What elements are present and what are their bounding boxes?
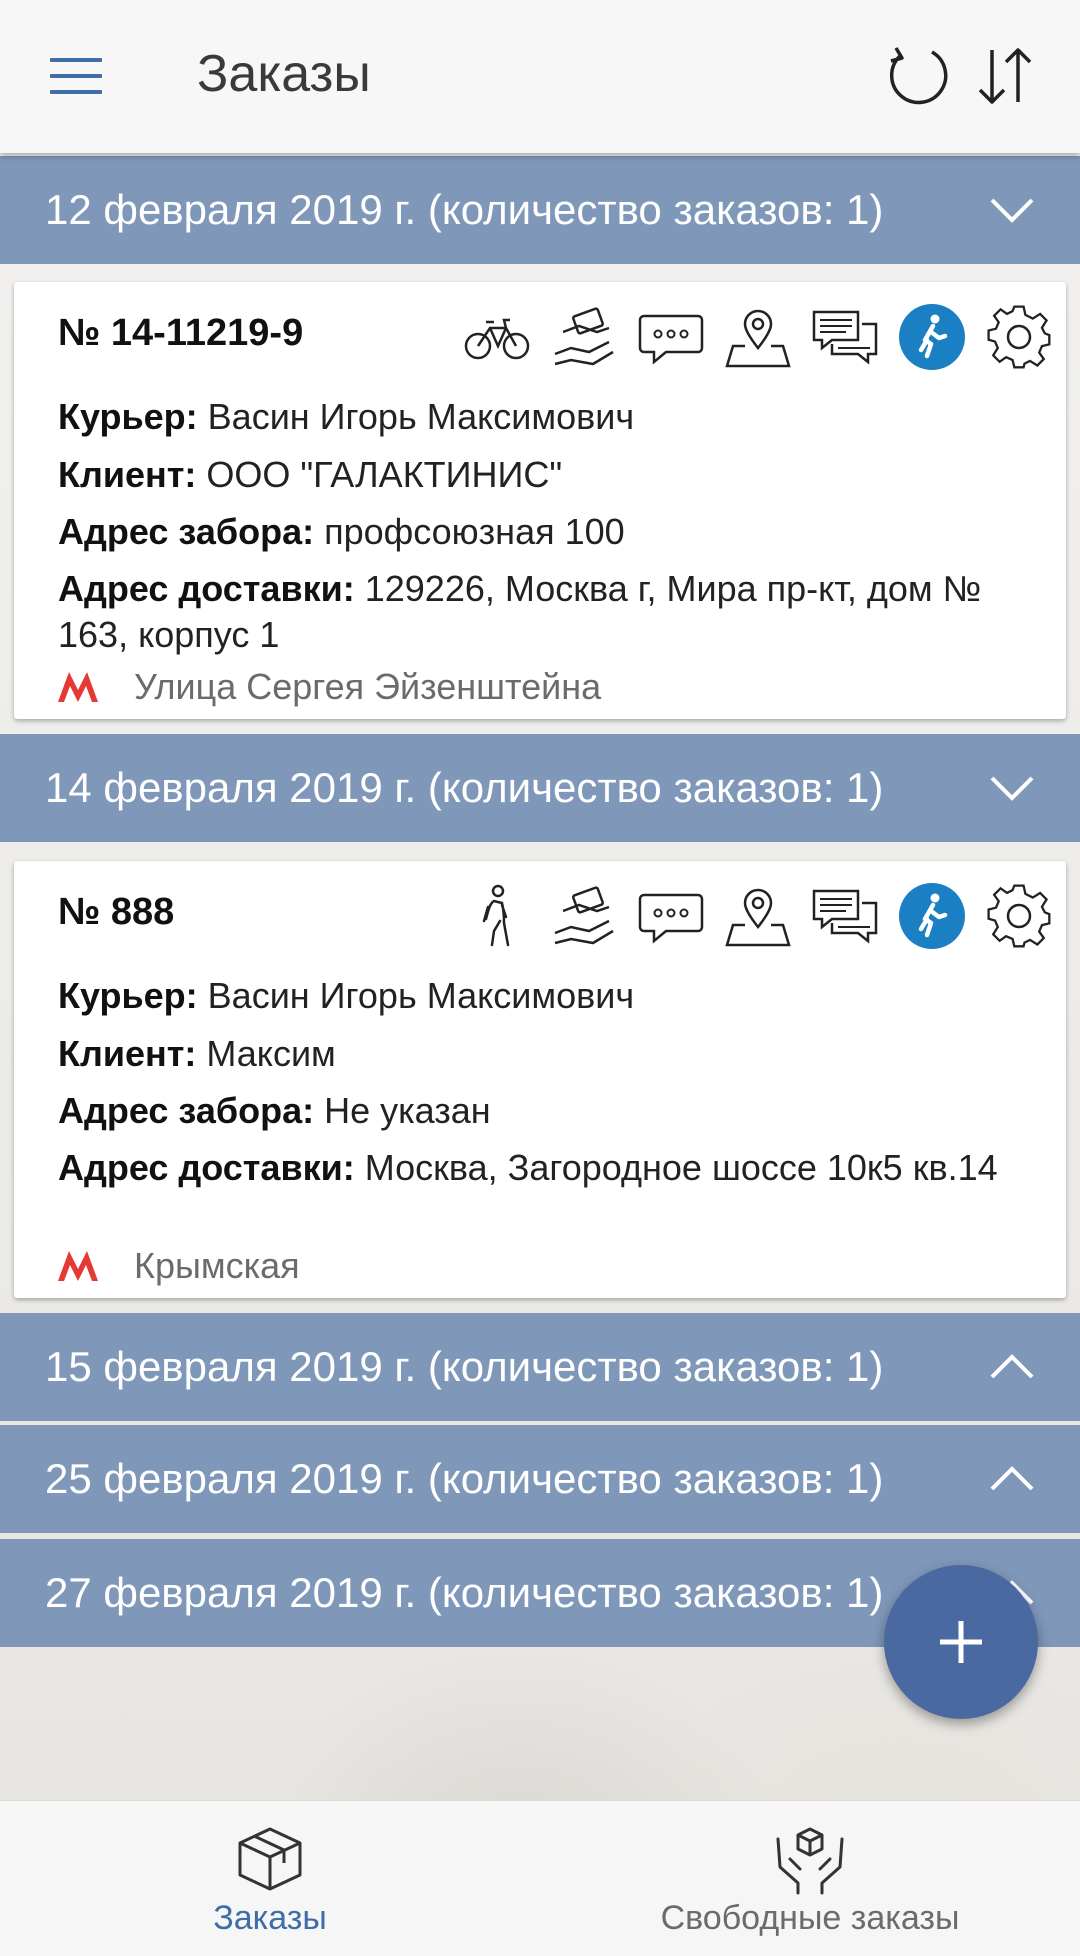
bicycle-icon[interactable] — [462, 302, 532, 372]
box-icon — [238, 1827, 302, 1891]
order-card[interactable]: № 888 Курьер: Васин Игорь Максимович Кли… — [14, 861, 1066, 1298]
chat-bubble-icon[interactable] — [636, 302, 706, 372]
date-group-header[interactable]: 12 февраля 2019 г. (количество заказов: … — [0, 156, 1080, 264]
nav-tab-free-orders[interactable]: Свободные заказы — [540, 1801, 1080, 1956]
pickup-address-row: Адрес забора: профсоюзная 100 — [58, 511, 625, 552]
settings-gear-icon[interactable] — [984, 302, 1054, 372]
chevron-down-icon — [990, 776, 1034, 801]
nav-tab-free-orders-label: Свободные заказы — [660, 1899, 960, 1937]
courier-status-icon[interactable] — [897, 881, 967, 951]
date-group-header[interactable]: 14 февраля 2019 г. (количество заказов: … — [0, 734, 1080, 842]
courier-name: Васин Игорь Максимович — [207, 975, 635, 1016]
date-group-label: 12 февраля 2019 г. (количество заказов: … — [45, 186, 884, 233]
chat-bubble-icon[interactable] — [636, 881, 706, 951]
menu-icon[interactable] — [50, 58, 102, 94]
date-group-header[interactable]: 15 февраля 2019 г. (количество заказов: … — [0, 1313, 1080, 1421]
chevron-up-icon — [990, 1354, 1034, 1379]
messages-icon[interactable] — [810, 302, 880, 372]
date-group-label: 25 февраля 2019 г. (количество заказов: … — [45, 1455, 884, 1502]
delivery-address-row: Адрес доставки: 129226, Москва г, Мира п… — [58, 568, 982, 655]
metro-icon — [58, 1251, 98, 1281]
order-actions — [462, 881, 1054, 957]
bottom-navigation: Заказы Свободные заказы — [0, 1800, 1080, 1956]
sort-icon[interactable] — [968, 38, 1044, 114]
metro-station: Улица Сергея Эйзенштейна — [58, 666, 601, 708]
pickup-address: профсоюзная 100 — [324, 511, 625, 552]
delivery-address: Москва, Загородное шоссе 10к5 кв.14 — [364, 1147, 998, 1188]
delivery-address-row: Адрес доставки: Москва, Загородное шоссе… — [58, 1147, 998, 1188]
map-pin-icon[interactable] — [723, 302, 793, 372]
chevron-up-icon — [990, 1466, 1034, 1491]
metro-station: Крымская — [58, 1245, 300, 1287]
date-group-label: 14 февраля 2019 г. (количество заказов: … — [45, 764, 884, 811]
order-card[interactable]: № 14-11219-9 Курьер: Васин Игорь Максимо… — [14, 282, 1066, 719]
handshake-payment-icon[interactable] — [549, 302, 619, 372]
client-row: Клиент: Максим — [58, 1033, 336, 1074]
date-group-label: 15 февраля 2019 г. (количество заказов: … — [45, 1343, 884, 1390]
order-actions — [462, 302, 1054, 378]
nav-tab-orders[interactable]: Заказы — [0, 1801, 540, 1956]
client-name: ООО "ГАЛАКТИНИС" — [206, 454, 563, 495]
hands-box-icon — [776, 1827, 844, 1895]
date-group-label: 27 февраля 2019 г. (количество заказов: … — [45, 1569, 884, 1616]
order-number: № 14-11219-9 — [58, 312, 304, 354]
plus-icon — [940, 1621, 982, 1663]
chevron-down-icon — [990, 198, 1034, 223]
courier-row: Курьер: Васин Игорь Максимович — [58, 396, 635, 437]
page-title: Заказы — [197, 45, 371, 103]
nav-tab-orders-label: Заказы — [213, 1899, 327, 1937]
handshake-payment-icon[interactable] — [549, 881, 619, 951]
add-order-button[interactable] — [884, 1565, 1038, 1719]
app-bar: Заказы — [0, 0, 1080, 153]
pickup-address-row: Адрес забора: Не указан — [58, 1090, 491, 1131]
pickup-address: Не указан — [324, 1090, 491, 1131]
courier-row: Курьер: Васин Игорь Максимович — [58, 975, 635, 1016]
courier-status-icon[interactable] — [897, 302, 967, 372]
map-pin-icon[interactable] — [723, 881, 793, 951]
walking-person-icon[interactable] — [462, 881, 532, 951]
client-name: Максим — [206, 1033, 336, 1074]
metro-station-name: Улица Сергея Эйзенштейна — [134, 666, 602, 707]
client-row: Клиент: ООО "ГАЛАКТИНИС" — [58, 454, 563, 495]
metro-station-name: Крымская — [134, 1245, 300, 1286]
order-number: № 888 — [58, 891, 175, 933]
settings-gear-icon[interactable] — [984, 881, 1054, 951]
courier-name: Васин Игорь Максимович — [207, 396, 635, 437]
refresh-icon[interactable] — [880, 38, 956, 114]
messages-icon[interactable] — [810, 881, 880, 951]
date-group-header[interactable]: 25 февраля 2019 г. (количество заказов: … — [0, 1425, 1080, 1533]
metro-icon — [58, 672, 98, 702]
